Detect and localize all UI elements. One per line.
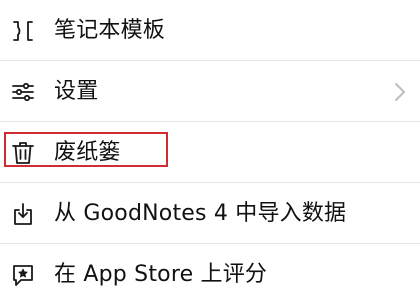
import-icon bbox=[10, 201, 36, 227]
rate-review-icon bbox=[10, 262, 36, 288]
menu-item-import-goodnotes4[interactable]: 从 GoodNotes 4 中导入数据 bbox=[0, 183, 420, 244]
menu-item-label: 设置 bbox=[54, 78, 99, 104]
chevron-right-icon bbox=[394, 82, 406, 102]
menu-item-label: 在 App Store 上评分 bbox=[54, 261, 268, 287]
menu-item-label: 废纸篓 bbox=[54, 139, 121, 165]
menu-item-rate-app-store[interactable]: 在 App Store 上评分 bbox=[0, 244, 420, 305]
menu-item-label: 笔记本模板 bbox=[54, 17, 166, 43]
menu-item-label: 从 GoodNotes 4 中导入数据 bbox=[54, 200, 347, 226]
menu-item-templates[interactable]: 笔记本模板 bbox=[0, 0, 420, 61]
template-icon bbox=[10, 18, 36, 44]
settings-sliders-icon bbox=[10, 79, 36, 105]
menu-list: 笔记本模板 设置 废纸篓 从 GoodNotes 4 中导入数据 在 App S… bbox=[0, 0, 420, 298]
menu-item-trash[interactable]: 废纸篓 bbox=[0, 122, 420, 183]
menu-item-settings[interactable]: 设置 bbox=[0, 61, 420, 122]
trash-icon bbox=[10, 140, 36, 166]
